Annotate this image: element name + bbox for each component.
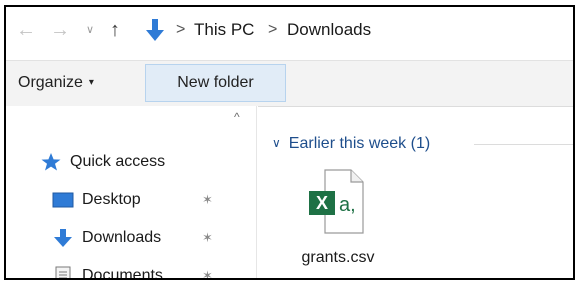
nav-item-downloads[interactable]: Downloads	[52, 226, 242, 250]
group-header-earlier-this-week[interactable]: ∨ Earlier this week (1)	[272, 131, 430, 155]
pane-divider[interactable]	[256, 106, 257, 278]
back-icon[interactable]: ←	[16, 19, 38, 41]
breadcrumb-separator[interactable]: >	[176, 19, 185, 41]
up-arrow-icon[interactable]: ↑	[110, 18, 128, 42]
group-header-label: Earlier this week (1)	[288, 135, 431, 152]
dropdown-caret-icon: ▾	[88, 77, 94, 88]
nav-item-label: Documents	[82, 267, 163, 280]
file-name: grants.csv	[301, 249, 375, 266]
nav-item-label: Downloads	[82, 229, 162, 246]
file-explorer-window: ← → ∨ ↑ > This PC > Downloads Organize ▾ …	[4, 5, 575, 280]
downloads-location-icon	[146, 19, 164, 41]
command-bar: Organize ▾ New folder	[6, 60, 573, 107]
scroll-up-chevron-icon[interactable]: ^	[234, 110, 240, 124]
recent-locations-chevron-down-icon[interactable]: ∨	[86, 21, 100, 39]
pin-icon[interactable]: ✶	[202, 264, 213, 278]
nav-item-quick-access[interactable]: Quick access	[40, 150, 230, 174]
nav-item-label: Desktop	[82, 191, 141, 208]
svg-text:a,: a,	[339, 194, 356, 216]
breadcrumb-this-pc[interactable]: This PC	[194, 19, 254, 41]
group-divider	[474, 144, 573, 145]
desktop-icon	[52, 192, 74, 208]
organize-label: Organize	[18, 74, 83, 91]
downloads-icon	[54, 229, 72, 247]
breadcrumb-separator[interactable]: >	[268, 19, 277, 41]
chevron-down-icon: ∨	[272, 136, 281, 150]
file-item[interactable]: X a, grants.csv	[299, 169, 379, 269]
new-folder-button[interactable]: New folder	[145, 64, 286, 102]
breadcrumb-downloads[interactable]: Downloads	[287, 19, 371, 41]
nav-item-desktop[interactable]: Desktop	[52, 188, 242, 212]
forward-icon[interactable]: →	[50, 19, 72, 41]
pin-icon[interactable]: ✶	[202, 226, 213, 250]
excel-csv-icon: X a,	[309, 169, 364, 234]
navigation-pane: ^ Quick access Desktop ✶ Downloads ✶ Doc…	[6, 106, 258, 280]
address-bar: ← → ∨ ↑ > This PC > Downloads	[6, 7, 573, 54]
pin-icon[interactable]: ✶	[202, 188, 213, 212]
documents-icon	[55, 266, 71, 278]
nav-item-documents[interactable]: Documents	[52, 264, 242, 280]
svg-text:X: X	[316, 193, 328, 213]
nav-item-label: Quick access	[70, 153, 166, 170]
star-icon	[41, 153, 61, 171]
organize-button[interactable]: Organize ▾	[18, 72, 94, 94]
